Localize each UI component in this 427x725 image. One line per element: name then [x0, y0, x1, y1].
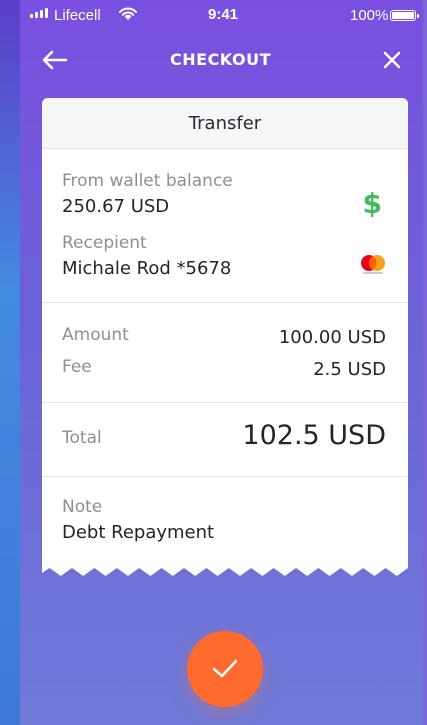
- from-label: From wallet balance: [62, 171, 233, 191]
- dollar-icon: $: [362, 187, 382, 220]
- status-bar: Lifecell 9:41 100%: [20, 0, 421, 34]
- amount-value: 100.00 USD: [278, 327, 386, 348]
- transfer-receipt: Transfer From wallet balance 250.67 USD …: [42, 98, 408, 580]
- battery-percent: 100%: [350, 7, 389, 24]
- carrier-name: Lifecell: [54, 7, 101, 24]
- confirm-button[interactable]: [187, 631, 263, 707]
- recipient-value: Michale Rod *5678: [62, 258, 232, 279]
- fee-label: Fee: [62, 357, 92, 377]
- total-label: Total: [62, 428, 102, 448]
- receipt-title: Transfer: [42, 98, 408, 149]
- note-value: Debt Repayment: [62, 522, 215, 543]
- background-edge-left: [0, 0, 20, 725]
- note-label: Note: [62, 497, 103, 517]
- note-section: Note Debt Repayment: [42, 476, 408, 568]
- amount-label: Amount: [62, 325, 129, 345]
- status-time: 9:41: [208, 6, 239, 23]
- mastercard-icon: [361, 255, 385, 274]
- total-value: 102.5 USD: [242, 420, 386, 451]
- page-title: CHECKOUT: [170, 50, 271, 69]
- wifi-icon: [119, 7, 137, 20]
- signal-icon: [30, 8, 48, 18]
- amount-section: Amount 100.00 USD Fee 2.5 USD: [42, 302, 408, 403]
- receipt-body: Transfer From wallet balance 250.67 USD …: [42, 98, 408, 568]
- nav-bar: CHECKOUT: [20, 40, 421, 80]
- checkmark-icon: [212, 659, 238, 678]
- battery-icon: [390, 10, 419, 21]
- recipient-label: Recepient: [62, 233, 147, 253]
- from-value: 250.67 USD: [62, 196, 170, 217]
- total-section: Total 102.5 USD: [42, 402, 408, 477]
- fee-value: 2.5 USD: [313, 359, 386, 380]
- receipt-torn-edge: [42, 564, 408, 576]
- transfer-parties: From wallet balance 250.67 USD $ Recepie…: [42, 149, 408, 303]
- background-edge-right: [423, 0, 427, 725]
- close-icon[interactable]: [378, 46, 406, 74]
